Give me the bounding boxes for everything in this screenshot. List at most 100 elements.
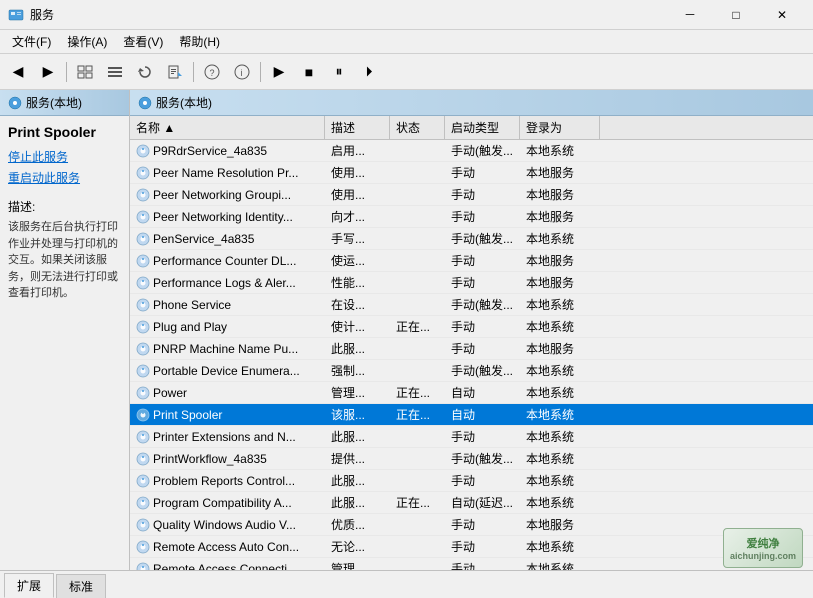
cell-desc: 性能... [325, 272, 390, 293]
table-row[interactable]: Quality Windows Audio V... 优质... 手动 本地服务 [130, 514, 813, 536]
forward-button[interactable]: ▶ [34, 58, 62, 86]
col-header-login[interactable]: 登录为 [520, 116, 600, 139]
cell-login: 本地系统 [520, 426, 600, 447]
cell-desc: 启用... [325, 140, 390, 161]
table-row[interactable]: Phone Service 在设... 手动(触发... 本地系统 [130, 294, 813, 316]
table-row[interactable]: Performance Counter DL... 使运... 手动 本地服务 [130, 250, 813, 272]
tab-standard[interactable]: 标准 [56, 574, 106, 598]
resume-service-button[interactable]: ⏵ [355, 58, 383, 86]
refresh-button[interactable] [131, 58, 159, 86]
start-service-button[interactable]: ▶ [265, 58, 293, 86]
minimize-button[interactable]: － [667, 0, 713, 30]
help-button[interactable]: ? [198, 58, 226, 86]
cell-startup: 手动 [445, 558, 520, 570]
cell-startup: 手动 [445, 206, 520, 227]
table-row[interactable]: Remote Access Connecti... 管理... 手动 本地系统 [130, 558, 813, 570]
list-view-button[interactable] [101, 58, 129, 86]
table-row[interactable]: Program Compatibility A... 此服... 正在... 自… [130, 492, 813, 514]
cell-login: 本地系统 [520, 316, 600, 337]
left-panel-header: 服务(本地) [0, 90, 129, 116]
cell-status [390, 171, 445, 175]
export-button[interactable] [161, 58, 189, 86]
toolbar-sep-1 [66, 62, 67, 82]
cell-login: 本地系统 [520, 140, 600, 161]
cell-status [390, 347, 445, 351]
left-panel-title: 服务(本地) [26, 94, 82, 111]
stop-service-button[interactable]: ■ [295, 58, 323, 86]
services-table[interactable]: 名称 ▲ 描述 状态 启动类型 登录为 P9RdrService_4a835 启… [130, 116, 813, 570]
table-row[interactable]: Peer Networking Groupi... 使用... 手动 本地服务 [130, 184, 813, 206]
left-panel: 服务(本地) Print Spooler 停止此服务 重启动此服务 描述: 该服… [0, 90, 130, 570]
cell-desc: 手写... [325, 228, 390, 249]
cell-name: Printer Extensions and N... [130, 428, 325, 446]
table-header: 名称 ▲ 描述 状态 启动类型 登录为 [130, 116, 813, 140]
toolbar: ◀ ▶ ? i ▶ ■ ⏸ ⏵ [0, 54, 813, 90]
menu-view[interactable]: 查看(V) [115, 31, 171, 52]
cell-status [390, 303, 445, 307]
table-row[interactable]: PNRP Machine Name Pu... 此服... 手动 本地服务 [130, 338, 813, 360]
maximize-button[interactable]: □ [713, 0, 759, 30]
table-row[interactable]: Portable Device Enumera... 强制... 手动(触发..… [130, 360, 813, 382]
menu-action[interactable]: 操作(A) [59, 31, 115, 52]
cell-status [390, 435, 445, 439]
cell-login: 本地服务 [520, 338, 600, 359]
cell-name: Phone Service [130, 296, 325, 314]
cell-login: 本地系统 [520, 294, 600, 315]
cell-login: 本地系统 [520, 360, 600, 381]
cell-login: 本地服务 [520, 184, 600, 205]
cell-desc: 使用... [325, 162, 390, 183]
cell-desc: 管理... [325, 382, 390, 403]
table-row[interactable]: Problem Reports Control... 此服... 手动 本地系统 [130, 470, 813, 492]
table-row[interactable]: Remote Access Auto Con... 无论... 手动 本地系统 [130, 536, 813, 558]
cell-status: 正在... [390, 404, 445, 425]
col-header-desc[interactable]: 描述 [325, 116, 390, 139]
cell-login: 本地服务 [520, 162, 600, 183]
cell-startup: 手动(触发... [445, 448, 520, 469]
table-row[interactable]: Print Spooler 该服... 正在... 自动 本地系统 [130, 404, 813, 426]
table-row[interactable]: Power 管理... 正在... 自动 本地系统 [130, 382, 813, 404]
menu-file[interactable]: 文件(F) [4, 31, 59, 52]
toolbar-sep-2 [193, 62, 194, 82]
table-row[interactable]: Plug and Play 使计... 正在... 手动 本地系统 [130, 316, 813, 338]
cell-startup: 手动 [445, 470, 520, 491]
cell-startup: 手动 [445, 514, 520, 535]
close-button[interactable]: ✕ [759, 0, 805, 30]
menu-help[interactable]: 帮助(H) [171, 31, 228, 52]
cell-name: Performance Logs & Aler... [130, 274, 325, 292]
col-header-startup[interactable]: 启动类型 [445, 116, 520, 139]
cell-desc: 该服... [325, 404, 390, 425]
view-toggle-button[interactable] [71, 58, 99, 86]
tab-extended[interactable]: 扩展 [4, 573, 54, 598]
back-button[interactable]: ◀ [4, 58, 32, 86]
cell-status [390, 545, 445, 549]
table-row[interactable]: PrintWorkflow_4a835 提供... 手动(触发... 本地系统 [130, 448, 813, 470]
table-row[interactable]: Peer Name Resolution Pr... 使用... 手动 本地服务 [130, 162, 813, 184]
cell-name: Program Compatibility A... [130, 494, 325, 512]
table-body: P9RdrService_4a835 启用... 手动(触发... 本地系统 P… [130, 140, 813, 570]
cell-desc: 在设... [325, 294, 390, 315]
table-row[interactable]: Printer Extensions and N... 此服... 手动 本地系… [130, 426, 813, 448]
cell-status: 正在... [390, 316, 445, 337]
cell-name: Quality Windows Audio V... [130, 516, 325, 534]
cell-login: 本地系统 [520, 448, 600, 469]
info-button[interactable]: i [228, 58, 256, 86]
col-header-status[interactable]: 状态 [390, 116, 445, 139]
toolbar-sep-3 [260, 62, 261, 82]
restart-service-link[interactable]: 重启动此服务 [8, 169, 121, 186]
cell-name: Peer Networking Identity... [130, 208, 325, 226]
svg-text:?: ? [210, 68, 215, 78]
col-header-name[interactable]: 名称 ▲ [130, 116, 325, 139]
cell-name: Portable Device Enumera... [130, 362, 325, 380]
table-row[interactable]: Peer Networking Identity... 向才... 手动 本地服… [130, 206, 813, 228]
cell-desc: 无论... [325, 536, 390, 557]
cell-status [390, 259, 445, 263]
cell-name: Peer Networking Groupi... [130, 186, 325, 204]
cell-status [390, 149, 445, 153]
table-row[interactable]: Performance Logs & Aler... 性能... 手动 本地服务 [130, 272, 813, 294]
cell-desc: 使运... [325, 250, 390, 271]
table-row[interactable]: P9RdrService_4a835 启用... 手动(触发... 本地系统 [130, 140, 813, 162]
cell-status [390, 567, 445, 571]
pause-service-button[interactable]: ⏸ [325, 58, 353, 86]
table-row[interactable]: PenService_4a835 手写... 手动(触发... 本地系统 [130, 228, 813, 250]
stop-service-link[interactable]: 停止此服务 [8, 148, 121, 165]
